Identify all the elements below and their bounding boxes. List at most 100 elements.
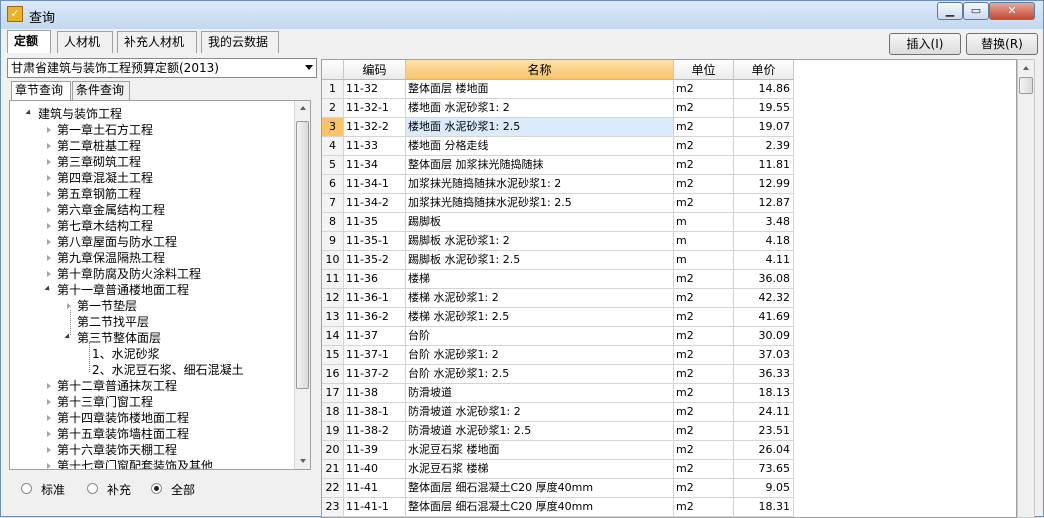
row-unit[interactable]: m2 — [674, 99, 734, 118]
row-name[interactable]: 楼地面 水泥砂浆1: 2 — [406, 99, 674, 118]
table-header-name[interactable]: 名称 — [406, 60, 674, 80]
row-price[interactable]: 19.55 — [734, 99, 794, 118]
tab-my-cloud-data[interactable]: 我的云数据 — [201, 31, 279, 53]
row-code[interactable]: 11-37-1 — [344, 346, 406, 365]
row-code[interactable]: 11-32 — [344, 80, 406, 99]
replace-button[interactable]: 替换(R) — [966, 33, 1038, 55]
maximize-button[interactable]: ▭ — [963, 2, 989, 20]
table-scrollbar[interactable] — [1017, 59, 1035, 518]
row-price[interactable]: 12.87 — [734, 194, 794, 213]
chevron-down-icon[interactable] — [305, 65, 313, 70]
row-unit[interactable]: m — [674, 251, 734, 270]
row-unit[interactable]: m2 — [674, 118, 734, 137]
row-code[interactable]: 11-35-1 — [344, 232, 406, 251]
table-header-code[interactable]: 编码 — [344, 60, 406, 80]
minimize-button[interactable]: ▁ — [937, 2, 963, 20]
row-unit[interactable]: m2 — [674, 156, 734, 175]
row-price[interactable]: 11.81 — [734, 156, 794, 175]
row-unit[interactable]: m2 — [674, 479, 734, 498]
row-price[interactable]: 37.03 — [734, 346, 794, 365]
scroll-up-icon[interactable] — [300, 106, 306, 110]
quota-table[interactable]: 编码 名称 单位 单价 1 11-32 整体面层 楼地面 m2 14.86 2 11-32-… — [321, 59, 1017, 518]
table-scrollbar-thumb[interactable] — [1019, 77, 1033, 94]
collapsed-triangle-icon[interactable] — [47, 175, 51, 181]
tree-scrollbar[interactable] — [294, 101, 310, 469]
row-code[interactable]: 11-34 — [344, 156, 406, 175]
scroll-down-icon[interactable] — [300, 459, 306, 463]
row-name[interactable]: 防滑坡道 水泥砂浆1: 2.5 — [406, 422, 674, 441]
expanded-triangle-icon[interactable] — [64, 333, 72, 341]
row-unit[interactable]: m2 — [674, 422, 734, 441]
row-price[interactable]: 9.05 — [734, 479, 794, 498]
row-code[interactable]: 11-36-1 — [344, 289, 406, 308]
table-header-unit[interactable]: 单位 — [674, 60, 734, 80]
collapsed-triangle-icon[interactable] — [67, 303, 71, 309]
row-price[interactable]: 30.09 — [734, 327, 794, 346]
insert-button[interactable]: 插入(I) — [889, 33, 961, 55]
collapsed-triangle-icon[interactable] — [47, 431, 51, 437]
row-name[interactable]: 整体面层 细石混凝土C20 厚度40mm — [406, 498, 674, 517]
row-price[interactable]: 18.13 — [734, 384, 794, 403]
row-unit[interactable]: m2 — [674, 365, 734, 384]
row-code[interactable]: 11-39 — [344, 441, 406, 460]
row-unit[interactable]: m2 — [674, 137, 734, 156]
collapsed-triangle-icon[interactable] — [47, 255, 51, 261]
row-unit[interactable]: m2 — [674, 289, 734, 308]
collapsed-triangle-icon[interactable] — [47, 239, 51, 245]
row-code[interactable]: 11-35-2 — [344, 251, 406, 270]
collapsed-triangle-icon[interactable] — [47, 447, 51, 453]
row-code[interactable]: 11-34-1 — [344, 175, 406, 194]
row-name[interactable]: 台阶 水泥砂浆1: 2 — [406, 346, 674, 365]
row-unit[interactable]: m2 — [674, 384, 734, 403]
row-unit[interactable]: m2 — [674, 308, 734, 327]
radio-circle[interactable] — [21, 483, 32, 494]
row-name[interactable]: 整体面层 加浆抹光随捣随抹 — [406, 156, 674, 175]
expanded-triangle-icon[interactable] — [44, 285, 52, 293]
row-name[interactable]: 台阶 水泥砂浆1: 2.5 — [406, 365, 674, 384]
collapsed-triangle-icon[interactable] — [47, 223, 51, 229]
row-unit[interactable]: m2 — [674, 403, 734, 422]
collapsed-triangle-icon[interactable] — [47, 143, 51, 149]
row-price[interactable]: 18.31 — [734, 498, 794, 517]
chapter-tree[interactable]: 建筑与装饰工程 第一章土石方工程 第二章桩基工程 第三章砌筑工程 第四章混凝土工程 第五… — [9, 100, 311, 470]
row-code[interactable]: 11-40 — [344, 460, 406, 479]
collapsed-triangle-icon[interactable] — [47, 127, 51, 133]
row-unit[interactable]: m2 — [674, 460, 734, 479]
row-name[interactable]: 楼地面 分格走线 — [406, 137, 674, 156]
expanded-triangle-icon[interactable] — [25, 109, 33, 117]
row-unit[interactable]: m2 — [674, 327, 734, 346]
tab-quota[interactable]: 定额 — [7, 30, 51, 53]
collapsed-triangle-icon[interactable] — [47, 383, 51, 389]
collapsed-triangle-icon[interactable] — [47, 191, 51, 197]
row-code[interactable]: 11-34-2 — [344, 194, 406, 213]
row-name[interactable]: 楼地面 水泥砂浆1: 2.5 — [406, 118, 674, 137]
table-header-price[interactable]: 单价 — [734, 60, 794, 80]
row-name[interactable]: 踢脚板 — [406, 213, 674, 232]
row-name[interactable]: 加浆抹光随捣随抹水泥砂浆1: 2 — [406, 175, 674, 194]
row-name[interactable]: 防滑坡道 水泥砂浆1: 2 — [406, 403, 674, 422]
row-code[interactable]: 11-38-2 — [344, 422, 406, 441]
row-code[interactable]: 11-37 — [344, 327, 406, 346]
row-unit[interactable]: m — [674, 232, 734, 251]
row-price[interactable]: 2.39 — [734, 137, 794, 156]
collapsed-triangle-icon[interactable] — [47, 271, 51, 277]
row-unit[interactable]: m2 — [674, 194, 734, 213]
row-code[interactable]: 11-37-2 — [344, 365, 406, 384]
row-price[interactable]: 12.99 — [734, 175, 794, 194]
close-button[interactable]: ✕ — [989, 2, 1035, 20]
tab-labor-material-machine[interactable]: 人材机 — [57, 31, 113, 53]
tab-chapter-query[interactable]: 章节查询 — [11, 81, 71, 100]
row-code[interactable]: 11-36-2 — [344, 308, 406, 327]
row-code[interactable]: 11-33 — [344, 137, 406, 156]
row-price[interactable]: 26.04 — [734, 441, 794, 460]
radio-circle[interactable] — [87, 483, 98, 494]
row-price[interactable]: 4.18 — [734, 232, 794, 251]
row-price[interactable]: 36.33 — [734, 365, 794, 384]
row-name[interactable]: 水泥豆石浆 楼地面 — [406, 441, 674, 460]
radio-circle[interactable] — [151, 483, 162, 494]
collapsed-triangle-icon[interactable] — [47, 207, 51, 213]
row-code[interactable]: 11-41-1 — [344, 498, 406, 517]
scroll-up-icon[interactable] — [1023, 66, 1029, 70]
row-code[interactable]: 11-38 — [344, 384, 406, 403]
row-price[interactable]: 19.07 — [734, 118, 794, 137]
